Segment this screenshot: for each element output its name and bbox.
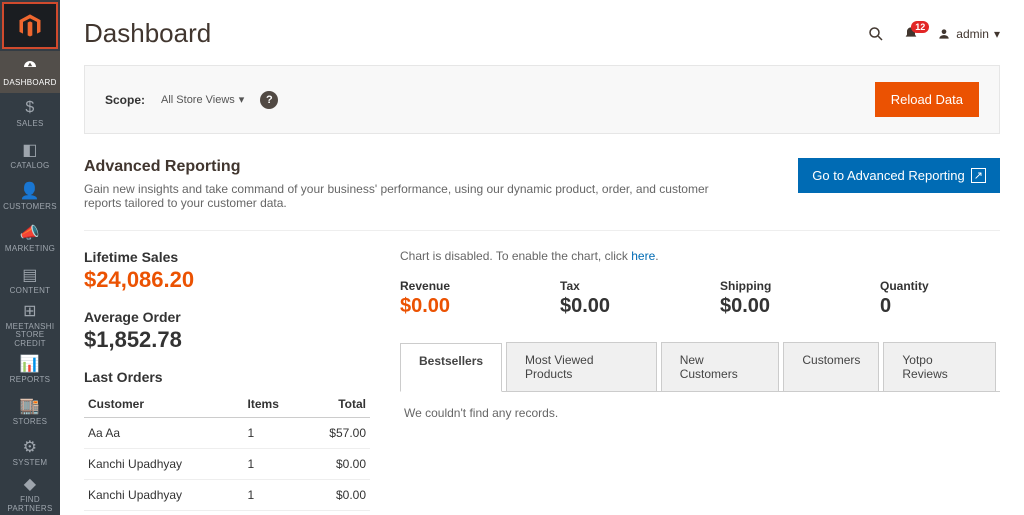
external-link-icon: ↗ <box>971 168 986 183</box>
bar-chart-icon: 📊 <box>20 354 40 374</box>
lifetime-sales-value: $24,086.20 <box>84 267 370 293</box>
box-icon: ◧ <box>22 140 37 160</box>
tab-empty-message: We couldn't find any records. <box>400 392 1000 434</box>
user-icon <box>937 27 951 41</box>
sidebar-item-system[interactable]: ⚙SYSTEM <box>0 432 60 474</box>
person-icon: 👤 <box>20 181 40 201</box>
advanced-reporting-text: Gain new insights and take command of yo… <box>84 182 724 210</box>
shipping-value: $0.00 <box>720 295 840 318</box>
sidebar-item-partners[interactable]: ◆FIND PARTNERS <box>0 473 60 515</box>
sidebar-item-reports[interactable]: 📊REPORTS <box>0 349 60 391</box>
table-row[interactable]: Kanchi Upadhyay1$0.00 <box>84 480 370 511</box>
sidebar-item-customers[interactable]: 👤CUSTOMERS <box>0 176 60 218</box>
notifications-badge: 12 <box>911 21 929 33</box>
cell-items: 1 <box>244 449 303 480</box>
storecredit-icon: ⊞ <box>23 301 37 321</box>
quantity-value: 0 <box>880 295 1000 318</box>
col-customer: Customer <box>84 391 244 418</box>
average-order-label: Average Order <box>84 309 370 325</box>
table-row[interactable]: ram sita1$0.00 <box>84 511 370 515</box>
chevron-down-icon: ▾ <box>994 27 1000 41</box>
sidebar-item-content[interactable]: ▤CONTENT <box>0 259 60 301</box>
tab-yotpo[interactable]: Yotpo Reviews <box>883 342 996 391</box>
tab-most-viewed[interactable]: Most Viewed Products <box>506 342 657 391</box>
magento-logo[interactable] <box>2 2 58 49</box>
table-row[interactable]: Kanchi Upadhyay1$0.00 <box>84 449 370 480</box>
tab-new-customers[interactable]: New Customers <box>661 342 780 391</box>
lifetime-sales-label: Lifetime Sales <box>84 249 370 265</box>
product-tabs: Bestsellers Most Viewed Products New Cus… <box>400 342 1000 392</box>
user-name-label: admin <box>956 27 989 41</box>
tax-label: Tax <box>560 279 680 293</box>
col-total: Total <box>303 391 370 418</box>
notifications-icon[interactable]: 12 <box>903 26 919 42</box>
gauge-icon <box>21 57 39 77</box>
revenue-value: $0.00 <box>400 295 520 318</box>
user-menu[interactable]: admin ▾ <box>937 27 1000 41</box>
scope-bar: Scope: All Store Views ▾ ? Reload Data <box>84 65 1000 134</box>
scope-label: Scope: <box>105 93 145 107</box>
cell-total: $0.00 <box>303 511 370 515</box>
help-icon[interactable]: ? <box>260 91 278 109</box>
main-content: Dashboard 12 admin ▾ Scope: <box>60 0 1024 515</box>
sidebar-item-sales[interactable]: $SALES <box>0 93 60 135</box>
cell-items: 1 <box>244 480 303 511</box>
cell-items: 1 <box>244 418 303 449</box>
col-items: Items <box>244 391 303 418</box>
search-icon[interactable] <box>867 25 885 43</box>
cell-total: $57.00 <box>303 418 370 449</box>
tax-value: $0.00 <box>560 295 680 318</box>
cell-total: $0.00 <box>303 480 370 511</box>
shipping-label: Shipping <box>720 279 840 293</box>
scope-select[interactable]: All Store Views ▾ <box>161 93 244 106</box>
cell-customer: Aa Aa <box>84 418 244 449</box>
sidebar-item-marketing[interactable]: 📣MARKETING <box>0 218 60 260</box>
cell-items: 1 <box>244 511 303 515</box>
dollar-icon: $ <box>25 98 34 118</box>
enable-chart-link[interactable]: here <box>631 249 655 263</box>
cell-total: $0.00 <box>303 449 370 480</box>
layout-icon: ▤ <box>22 265 37 285</box>
chart-disabled-message: Chart is disabled. To enable the chart, … <box>400 249 1000 263</box>
cell-customer: Kanchi Upadhyay <box>84 449 244 480</box>
cell-customer: ram sita <box>84 511 244 515</box>
gear-icon: ⚙ <box>23 437 38 457</box>
reload-data-button[interactable]: Reload Data <box>875 82 979 117</box>
admin-sidebar: DASHBOARD $SALES ◧CATALOG 👤CUSTOMERS 📣MA… <box>0 0 60 515</box>
quantity-label: Quantity <box>880 279 1000 293</box>
average-order-value: $1,852.78 <box>84 327 370 353</box>
store-icon: 🏬 <box>20 396 40 416</box>
last-orders-table: Customer Items Total Aa Aa1$57.00Kanchi … <box>84 391 370 515</box>
sidebar-item-storecredit[interactable]: ⊞MEETANSHISTORE CREDIT <box>0 301 60 349</box>
tab-bestsellers[interactable]: Bestsellers <box>400 343 502 392</box>
sidebar-item-catalog[interactable]: ◧CATALOG <box>0 135 60 177</box>
last-orders-title: Last Orders <box>84 369 370 385</box>
table-row[interactable]: Aa Aa1$57.00 <box>84 418 370 449</box>
sidebar-item-dashboard[interactable]: DASHBOARD <box>0 51 60 93</box>
megaphone-icon: 📣 <box>20 223 40 243</box>
advanced-reporting-button[interactable]: Go to Advanced Reporting ↗ <box>798 158 1000 193</box>
tab-customers[interactable]: Customers <box>783 342 879 391</box>
cell-customer: Kanchi Upadhyay <box>84 480 244 511</box>
sidebar-item-stores[interactable]: 🏬STORES <box>0 390 60 432</box>
advanced-reporting-title: Advanced Reporting <box>84 158 724 176</box>
chevron-down-icon: ▾ <box>239 93 245 106</box>
partners-icon: ◆ <box>24 474 37 494</box>
revenue-label: Revenue <box>400 279 520 293</box>
page-title: Dashboard <box>84 18 211 49</box>
